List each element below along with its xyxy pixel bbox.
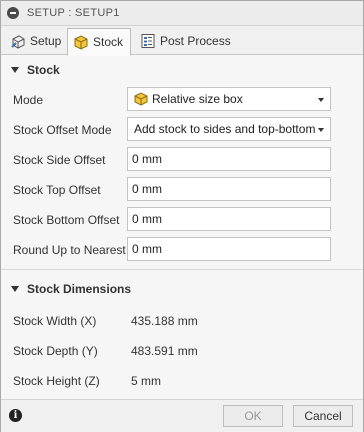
mode-select[interactable]: Relative size box	[127, 87, 331, 111]
collapse-caret-icon	[11, 67, 19, 73]
bottom-offset-input[interactable]: 0 mm	[127, 207, 331, 231]
tab-stock-label: Stock	[93, 35, 124, 49]
cancel-button[interactable]: Cancel	[293, 405, 353, 427]
info-icon[interactable]: i	[9, 409, 22, 422]
side-offset-value: 0 mm	[132, 152, 162, 166]
side-offset-input[interactable]: 0 mm	[127, 147, 331, 171]
stock-height-row: Stock Height (Z) 5 mm	[1, 368, 363, 394]
window-title: SETUP : SETUP1	[27, 7, 120, 19]
bottom-offset-value: 0 mm	[132, 212, 162, 226]
collapse-icon[interactable]	[7, 7, 19, 19]
tab-stock[interactable]: Stock	[67, 28, 131, 56]
tab-bar: Setup Stock Post Process	[1, 26, 363, 56]
stock-depth-value: 483.591 mm	[131, 344, 198, 358]
collapse-caret-icon	[11, 286, 19, 292]
dimensions-section-title: Stock Dimensions	[27, 282, 132, 296]
title-bar[interactable]: SETUP : SETUP1	[1, 1, 363, 26]
bottom-offset-row: Stock Bottom Offset 0 mm	[1, 207, 363, 233]
top-offset-input[interactable]: 0 mm	[127, 177, 331, 201]
stock-width-row: Stock Width (X) 435.188 mm	[1, 308, 363, 334]
bottom-offset-label: Stock Bottom Offset	[13, 213, 120, 227]
round-up-value: 0 mm	[132, 242, 162, 256]
stock-section-title: Stock	[27, 63, 60, 77]
dropdown-arrow-icon	[318, 98, 324, 102]
offset-mode-row: Stock Offset Mode Add stock to sides and…	[1, 117, 363, 143]
setup-dialog: SETUP : SETUP1 Setup Stock Post Process …	[0, 0, 364, 432]
mode-value: Relative size box	[152, 92, 243, 106]
round-up-input[interactable]: 0 mm	[127, 237, 331, 261]
section-divider	[1, 269, 363, 270]
post-process-icon	[140, 33, 156, 49]
side-offset-label: Stock Side Offset	[13, 153, 106, 167]
round-up-label: Round Up to Nearest	[13, 243, 126, 257]
tab-setup[interactable]: Setup	[5, 29, 63, 53]
tab-post-process-label: Post Process	[160, 34, 231, 48]
dropdown-arrow-icon	[318, 128, 324, 132]
stock-box-icon	[134, 92, 148, 106]
top-offset-row: Stock Top Offset 0 mm	[1, 177, 363, 203]
stock-depth-row: Stock Depth (Y) 483.591 mm	[1, 338, 363, 364]
stock-height-label: Stock Height (Z)	[13, 374, 100, 388]
tab-setup-label: Setup	[30, 34, 62, 48]
top-offset-value: 0 mm	[132, 182, 162, 196]
dimensions-section-header[interactable]: Stock Dimensions	[1, 279, 363, 299]
top-offset-label: Stock Top Offset	[13, 183, 101, 197]
stock-height-value: 5 mm	[131, 374, 161, 388]
mode-row: Mode Relative size box	[1, 87, 363, 113]
offset-mode-select[interactable]: Add stock to sides and top-bottom	[127, 117, 331, 141]
mode-label: Mode	[13, 93, 44, 107]
round-up-row: Round Up to Nearest 0 mm	[1, 237, 363, 263]
dialog-footer: i OK Cancel	[1, 399, 363, 432]
setup-icon	[10, 33, 26, 49]
offset-mode-label: Stock Offset Mode	[13, 123, 112, 137]
side-offset-row: Stock Side Offset 0 mm	[1, 147, 363, 173]
stock-width-label: Stock Width (X)	[13, 314, 97, 328]
stock-box-icon	[73, 34, 89, 50]
stock-section-header[interactable]: Stock	[1, 60, 363, 80]
tab-post-process[interactable]: Post Process	[135, 29, 235, 53]
offset-mode-value: Add stock to sides and top-bottom	[134, 122, 316, 136]
ok-button[interactable]: OK	[223, 405, 283, 427]
stock-depth-label: Stock Depth (Y)	[13, 344, 98, 358]
stock-width-value: 435.188 mm	[131, 314, 198, 328]
